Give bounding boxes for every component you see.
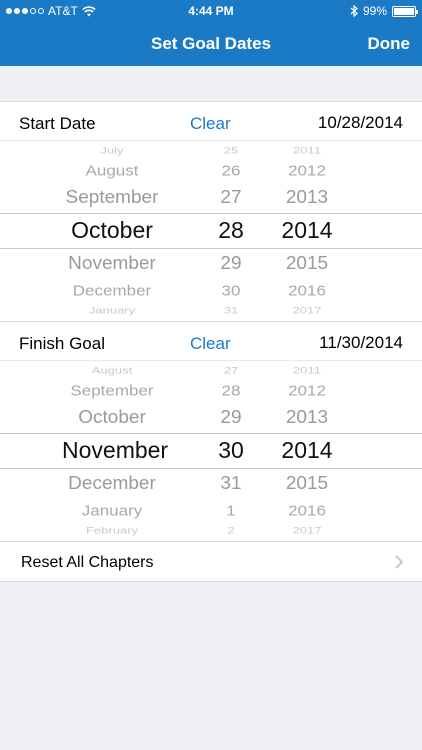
start-year-item[interactable]: 2017: [264, 305, 350, 316]
start-date-row: Start Date Clear 10/28/2014: [0, 101, 422, 141]
start-day-wheel[interactable]: 25 26 27 28 29 30 31: [200, 141, 262, 322]
start-month-wheel[interactable]: July August September October November Decemb…: [62, 141, 162, 322]
start-date-picker[interactable]: July August September October November Decemb…: [0, 141, 422, 322]
status-bar: AT&T 4:44 PM 99%: [0, 0, 422, 22]
finish-year-item[interactable]: 2015: [264, 473, 350, 494]
finish-year-item[interactable]: 2011: [264, 365, 350, 376]
finish-goal-picker[interactable]: August September October November December Ja…: [0, 361, 422, 542]
finish-year-item[interactable]: 2013: [264, 407, 350, 428]
start-day-item[interactable]: 31: [200, 305, 262, 316]
reset-all-chapters-label: Reset All Chapters: [21, 554, 154, 571]
start-year-item[interactable]: 2011: [264, 145, 350, 156]
start-year-item[interactable]: 2015: [264, 253, 350, 274]
finish-year-wheel[interactable]: 2011 2012 2013 2014 2015 2016 2017: [264, 361, 350, 542]
start-month-item[interactable]: August: [62, 162, 162, 180]
finish-year-item[interactable]: 2016: [264, 502, 350, 520]
start-year-item[interactable]: 2013: [264, 187, 350, 208]
finish-month-item[interactable]: September: [62, 382, 162, 400]
start-year-selected-item[interactable]: 2014: [264, 217, 350, 244]
start-day-item[interactable]: 26: [200, 162, 262, 180]
finish-day-selected-item[interactable]: 30: [200, 437, 262, 464]
finish-goal-value: 11/30/2014: [319, 333, 403, 352]
finish-goal-row: Finish Goal Clear 11/30/2014: [0, 321, 422, 361]
page-title: Set Goal Dates: [151, 34, 271, 53]
done-button[interactable]: Done: [368, 34, 411, 54]
finish-goal-label: Finish Goal: [19, 334, 105, 353]
start-month-item[interactable]: July: [62, 145, 162, 156]
battery-icon: [392, 5, 418, 17]
battery-percent: 99%: [362, 4, 387, 18]
start-day-item[interactable]: 27: [200, 187, 262, 208]
start-day-item[interactable]: 30: [200, 282, 262, 300]
finish-goal-clear-button[interactable]: Clear: [190, 334, 231, 354]
start-day-selected-item[interactable]: 28: [200, 217, 262, 244]
finish-day-item[interactable]: 29: [200, 407, 262, 428]
finish-month-item[interactable]: December: [62, 473, 162, 494]
finish-month-item[interactable]: January: [62, 502, 162, 520]
finish-month-item[interactable]: October: [62, 407, 162, 428]
finish-month-wheel[interactable]: August September October November December Ja…: [62, 361, 168, 542]
chevron-right-icon: [395, 555, 404, 569]
finish-year-selected-item[interactable]: 2014: [264, 437, 350, 464]
start-year-item[interactable]: 2012: [264, 162, 350, 180]
start-year-wheel[interactable]: 2011 2012 2013 2014 2015 2016 2017: [264, 141, 350, 322]
start-month-item[interactable]: December: [62, 282, 162, 300]
start-day-item[interactable]: 29: [200, 253, 262, 274]
finish-year-item[interactable]: 2017: [264, 525, 350, 536]
start-month-item[interactable]: November: [62, 253, 162, 274]
bluetooth-icon: [350, 5, 358, 17]
finish-day-item[interactable]: 27: [200, 365, 262, 376]
finish-day-item[interactable]: 2: [200, 525, 262, 536]
start-month-item[interactable]: January: [62, 305, 162, 316]
start-date-value: 10/28/2014: [317, 113, 403, 132]
start-month-selected-item[interactable]: October: [62, 217, 162, 244]
finish-year-item[interactable]: 2012: [264, 382, 350, 400]
status-right: 99%: [350, 4, 418, 18]
finish-day-item[interactable]: 31: [200, 473, 262, 494]
finish-month-item[interactable]: February: [62, 525, 162, 536]
start-month-item[interactable]: September: [62, 187, 162, 208]
finish-month-selected-item[interactable]: November: [62, 437, 168, 464]
start-year-item[interactable]: 2016: [264, 282, 350, 300]
start-date-clear-button[interactable]: Clear: [190, 114, 231, 134]
finish-day-item[interactable]: 28: [200, 382, 262, 400]
finish-day-wheel[interactable]: 27 28 29 30 31 1 2: [200, 361, 262, 542]
start-day-item[interactable]: 25: [200, 145, 262, 156]
finish-month-item[interactable]: August: [62, 365, 162, 376]
reset-all-chapters-row[interactable]: Reset All Chapters: [0, 541, 422, 582]
navigation-bar: Set Goal Dates Done: [0, 22, 422, 66]
finish-day-item[interactable]: 1: [200, 502, 262, 520]
start-date-label: Start Date: [19, 114, 96, 133]
